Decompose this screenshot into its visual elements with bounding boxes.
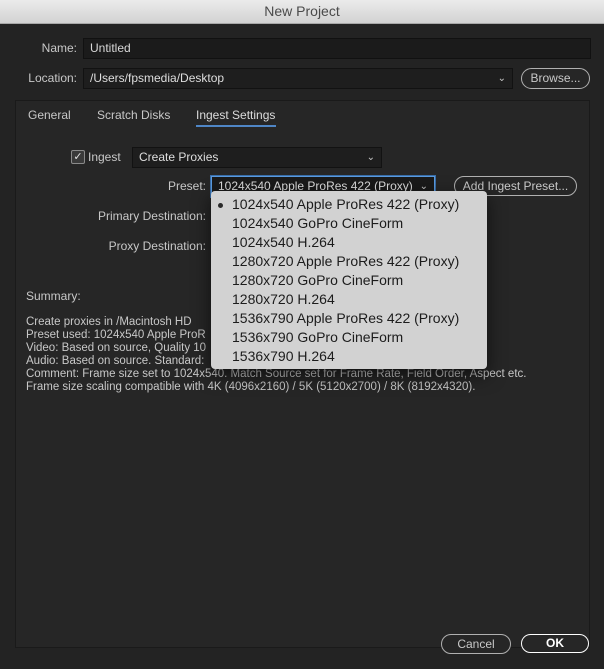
location-select[interactable]: /Users/fpsmedia/Desktop ⌄ [83, 68, 513, 89]
menu-item-preset[interactable]: 1024x540 GoPro CineForm [232, 215, 403, 231]
summary-line: Preset used: 1024x540 Apple ProR [26, 329, 206, 341]
cancel-button[interactable]: Cancel [441, 634, 511, 654]
summary-line: Audio: Based on source. Standard: [26, 355, 205, 367]
browse-button[interactable]: Browse... [521, 68, 590, 89]
ingest-action-value: Create Proxies [139, 150, 219, 164]
chevron-down-icon: ⌄ [497, 73, 506, 84]
bullet-icon [218, 203, 223, 208]
menu-item-preset[interactable]: 1280x720 GoPro CineForm [232, 272, 403, 288]
settings-panel: General Scratch Disks Ingest Settings ✓ … [15, 100, 590, 648]
name-label: Name: [41, 41, 77, 55]
ingest-label: Ingest [88, 150, 121, 164]
preset-label: Preset: [167, 179, 206, 193]
ingest-checkbox[interactable]: ✓ [71, 150, 85, 164]
ok-button[interactable]: OK [521, 634, 589, 653]
ingest-action-select[interactable]: Create Proxies ⌄ [132, 147, 382, 168]
summary-line: Frame size scaling compatible with 4K (4… [26, 381, 476, 393]
window-title: New Project [0, 0, 604, 24]
tab-ingest-settings[interactable]: Ingest Settings [196, 108, 275, 122]
menu-item-preset[interactable]: 1536x790 Apple ProRes 422 (Proxy) [232, 310, 459, 326]
tab-general[interactable]: General [28, 108, 71, 122]
menu-item-preset[interactable]: 1536x790 H.264 [232, 348, 335, 364]
menu-item-preset[interactable]: 1024x540 H.264 [232, 234, 335, 250]
location-label: Location: [28, 71, 77, 85]
menu-item-preset[interactable]: 1024x540 Apple ProRes 422 (Proxy) [232, 196, 459, 212]
primary-destination-label: Primary Destination: [97, 209, 206, 223]
chevron-down-icon: ⌄ [366, 152, 375, 163]
location-value: /Users/fpsmedia/Desktop [90, 71, 225, 85]
menu-item-preset[interactable]: 1280x720 H.264 [232, 291, 335, 307]
summary-label: Summary: [26, 289, 81, 303]
menu-item-preset[interactable]: 1536x790 GoPro CineForm [232, 329, 403, 345]
active-tab-indicator [196, 125, 276, 127]
summary-line: Comment: Frame size set to 1024x540. Mat… [26, 368, 527, 380]
name-field[interactable]: Untitled [83, 38, 591, 59]
menu-item-preset[interactable]: 1280x720 Apple ProRes 422 (Proxy) [232, 253, 459, 269]
summary-line: Create proxies in /Macintosh HD [26, 316, 192, 328]
preset-dropdown-menu: 1024x540 Apple ProRes 422 (Proxy) 1024x5… [211, 191, 487, 369]
proxy-destination-label: Proxy Destination: [108, 239, 206, 253]
checkmark-icon: ✓ [73, 151, 83, 163]
summary-line: Video: Based on source, Quality 10 [26, 342, 207, 354]
tab-scratch-disks[interactable]: Scratch Disks [97, 108, 170, 122]
